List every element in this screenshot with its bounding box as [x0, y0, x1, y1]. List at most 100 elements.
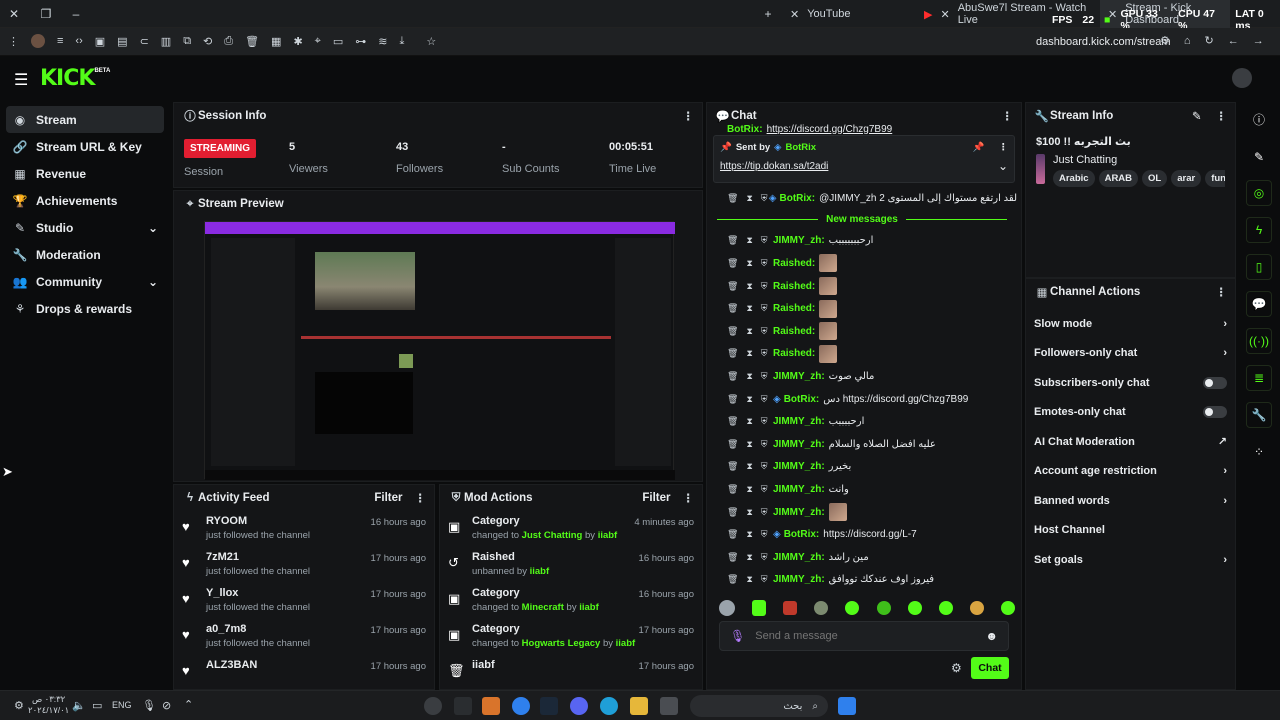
- timeout-icon[interactable]: ⧗: [746, 574, 752, 585]
- delete-icon[interactable]: 🗑: [727, 507, 738, 518]
- ext-icon[interactable]: ≋: [378, 35, 387, 48]
- chrome-taskbar-icon[interactable]: [512, 697, 530, 715]
- microphone-icon[interactable]: 🎙: [142, 699, 156, 712]
- discord-taskbar-icon[interactable]: [570, 697, 588, 715]
- home-icon[interactable]: ⌂: [1184, 35, 1191, 47]
- ban-icon[interactable]: ⛨: [761, 371, 768, 382]
- emote-icon[interactable]: [1000, 601, 1015, 615]
- ban-icon[interactable]: ⛨: [761, 416, 768, 427]
- menu-dots-icon[interactable]: ⋮: [8, 35, 19, 48]
- chat-icon[interactable]: 💬: [1246, 291, 1272, 317]
- emote-icon[interactable]: [907, 601, 922, 615]
- broadcast-icon[interactable]: ((·)): [1246, 328, 1272, 354]
- chat-username[interactable]: JIMMY_zh:: [773, 235, 825, 246]
- chevron-up-icon[interactable]: ⌃: [184, 698, 193, 711]
- sidebar-item-drops-rewards[interactable]: ⚘ Drops & rewards: [6, 295, 164, 322]
- chat-username[interactable]: BotRix:: [784, 529, 820, 540]
- ban-icon[interactable]: ⛨: [761, 552, 768, 563]
- chat-username[interactable]: JIMMY_zh:: [773, 439, 825, 450]
- sidebar-item-achievements[interactable]: 🏆 Achievements: [6, 187, 164, 214]
- reload-icon[interactable]: ↻: [1205, 34, 1214, 47]
- more-options-icon[interactable]: ⋮: [1216, 285, 1228, 299]
- delete-icon[interactable]: 🗑: [727, 258, 738, 269]
- subscribers-only-toggle[interactable]: [1203, 376, 1227, 389]
- mod-actions-filter-button[interactable]: Filter: [642, 492, 670, 504]
- emote-icon[interactable]: [969, 601, 984, 615]
- ban-icon[interactable]: ⛨: [761, 507, 768, 518]
- activity-filter-button[interactable]: Filter: [374, 492, 402, 504]
- emote-icon[interactable]: [876, 601, 891, 615]
- emote-icon[interactable]: [845, 601, 860, 615]
- ban-icon[interactable]: ⛨: [761, 258, 768, 269]
- card-icon[interactable]: ▭: [333, 35, 343, 48]
- chat-username[interactable]: JIMMY_zh:: [773, 371, 825, 382]
- delete-icon[interactable]: 🗑: [727, 348, 738, 359]
- host-channel-action[interactable]: Host Channel: [1026, 516, 1235, 546]
- volume-icon[interactable]: 🔈: [72, 699, 86, 712]
- timeout-icon[interactable]: ⧗: [746, 348, 752, 359]
- bolt-icon[interactable]: ϟ: [1246, 217, 1272, 243]
- chat-settings-icon[interactable]: ⚙: [951, 661, 962, 675]
- tag[interactable]: OL: [1142, 170, 1168, 187]
- ext-icon[interactable]: ▦: [271, 35, 281, 48]
- timeout-icon[interactable]: ⧗: [746, 416, 752, 427]
- phone-icon[interactable]: ▯: [1246, 254, 1272, 280]
- delete-icon[interactable]: 🗑: [727, 529, 738, 540]
- language-indicator[interactable]: ENG: [112, 700, 132, 710]
- chat-username[interactable]: Raished:: [773, 303, 815, 314]
- delete-icon[interactable]: 🗑: [727, 394, 738, 405]
- print-icon[interactable]: ⎙: [224, 35, 233, 48]
- timeout-icon[interactable]: ⧗: [746, 461, 752, 472]
- slow-mode-action[interactable]: Slow mode ›: [1026, 309, 1235, 339]
- delete-icon[interactable]: 🗑: [727, 235, 738, 246]
- tag[interactable]: ARAB: [1098, 170, 1139, 187]
- account-age-action[interactable]: Account age restriction ›: [1026, 457, 1235, 487]
- steam-taskbar-icon[interactable]: [540, 697, 558, 715]
- more-options-icon[interactable]: ⋮: [683, 491, 695, 505]
- ext-icon[interactable]: ▤: [117, 35, 127, 48]
- ban-icon[interactable]: ⛨: [761, 303, 768, 314]
- delete-icon[interactable]: 🗑: [727, 552, 738, 563]
- delete-icon[interactable]: 🗑: [727, 193, 738, 204]
- new-tab-icon[interactable]: +: [760, 6, 776, 22]
- user-avatar[interactable]: [1232, 68, 1252, 88]
- timeout-icon[interactable]: ⧗: [746, 235, 752, 246]
- ban-icon[interactable]: ⛨: [761, 348, 768, 359]
- bookmark-star-icon[interactable]: ☆: [426, 35, 436, 48]
- obs-taskbar-icon[interactable]: [424, 697, 442, 715]
- chat-username[interactable]: JIMMY_zh:: [773, 574, 825, 585]
- timeout-icon[interactable]: ⧗: [746, 303, 752, 314]
- delete-icon[interactable]: 🗑: [727, 439, 738, 450]
- sidebar-item-studio[interactable]: ✎ Studio ⌄: [6, 214, 164, 241]
- app-taskbar-icon[interactable]: [482, 697, 500, 715]
- ext-icon[interactable]: ▣: [95, 35, 105, 48]
- more-options-icon[interactable]: ⋮: [1216, 109, 1228, 123]
- timeout-icon[interactable]: ⧗: [746, 281, 752, 292]
- delete-icon[interactable]: 🗑: [727, 281, 738, 292]
- tag[interactable]: Arabic: [1053, 170, 1095, 187]
- tray-icon[interactable]: ⊘: [162, 699, 171, 712]
- timeout-icon[interactable]: ⧗: [746, 193, 752, 204]
- delete-icon[interactable]: 🗑: [727, 326, 738, 337]
- ai-moderation-action[interactable]: AI Chat Moderation ↗: [1026, 427, 1235, 457]
- settings-tray-icon[interactable]: ⚙: [14, 699, 24, 712]
- back-icon[interactable]: ←: [1228, 35, 1239, 47]
- ext-icon[interactable]: ⟲: [203, 35, 212, 48]
- edge-taskbar-icon[interactable]: [600, 697, 618, 715]
- taskbar-time[interactable]: ٠٣:٣٢ ص: [28, 694, 69, 705]
- chat-input-box[interactable]: 🎙 ☻: [719, 621, 1009, 651]
- trash-icon[interactable]: 🗑: [245, 35, 259, 48]
- emote-icon[interactable]: [814, 601, 829, 615]
- chat-input[interactable]: [755, 630, 986, 642]
- emoji-picker-icon[interactable]: ☻: [985, 629, 998, 643]
- chat-username[interactable]: BotRix:: [784, 394, 820, 405]
- sidebar-item-revenue[interactable]: ▦ Revenue: [6, 160, 164, 187]
- ban-icon[interactable]: ⛨: [761, 461, 768, 472]
- tag[interactable]: funny: [1205, 170, 1225, 187]
- code-icon[interactable]: ‹›: [75, 35, 82, 47]
- timeout-icon[interactable]: ⧗: [746, 258, 752, 269]
- more-options-icon[interactable]: ⋮: [1002, 109, 1014, 123]
- timeout-icon[interactable]: ⧗: [746, 394, 752, 405]
- ban-icon[interactable]: ⛨: [761, 235, 768, 246]
- chat-username[interactable]: JIMMY_zh:: [773, 461, 825, 472]
